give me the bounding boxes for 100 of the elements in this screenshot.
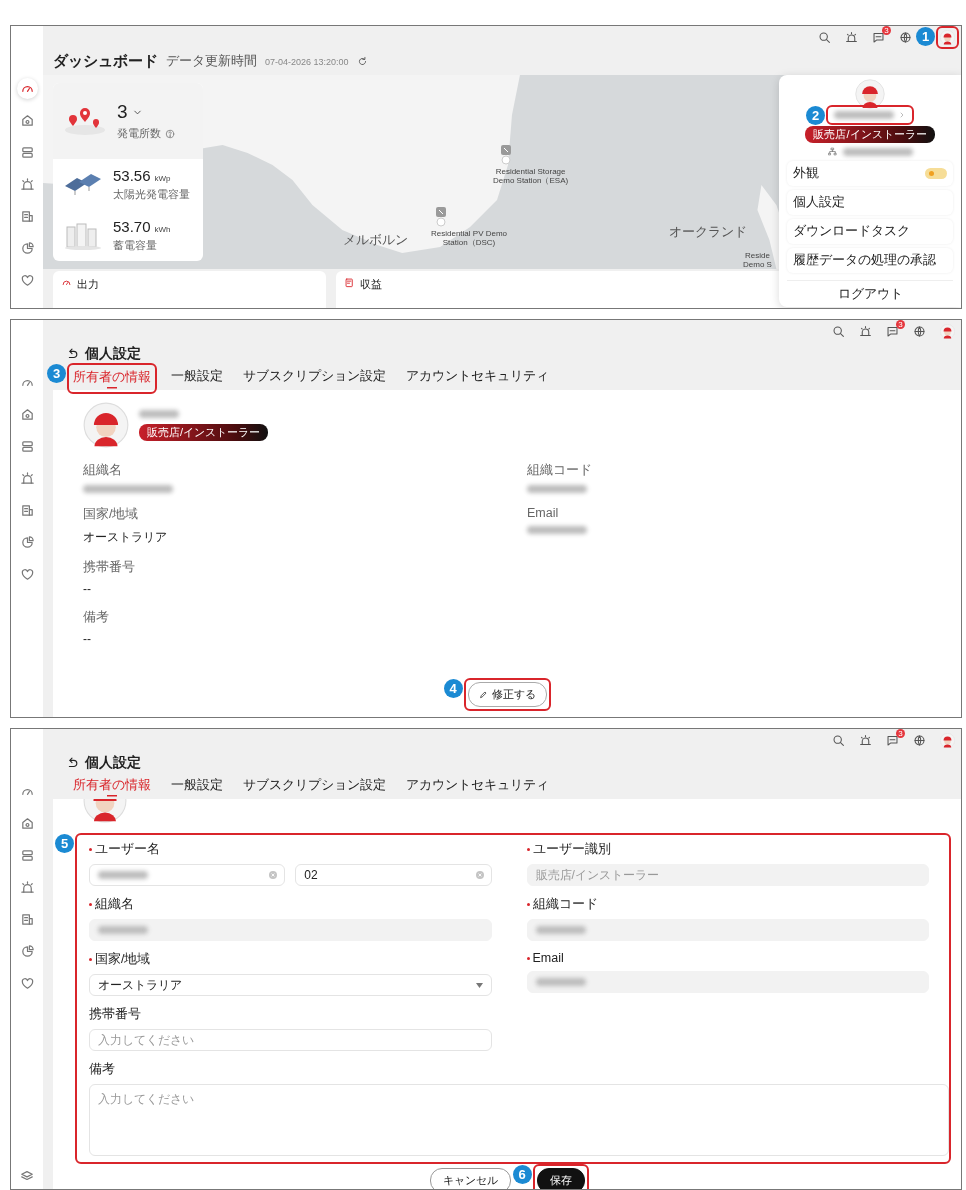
notification-badge: 3 bbox=[896, 320, 905, 329]
notification-badge: 3 bbox=[882, 26, 891, 35]
blurred-text bbox=[535, 978, 586, 986]
blurred-text bbox=[842, 147, 913, 156]
stat-label: 発電所数 bbox=[117, 126, 161, 142]
field-label: 組織コード bbox=[526, 896, 598, 913]
station-label[interactable]: Residential PV Demo Station（DSC) bbox=[431, 229, 508, 248]
stat-label: 太陽光発電容量 bbox=[113, 187, 190, 203]
stat-unit: kWp bbox=[154, 174, 171, 184]
search-icon[interactable] bbox=[832, 324, 845, 338]
avatar-icon[interactable] bbox=[940, 732, 955, 748]
input-field[interactable]: 入力してください bbox=[89, 1029, 492, 1051]
refresh-icon[interactable] bbox=[356, 56, 368, 67]
tab[interactable]: サブスクリプション設定 bbox=[241, 776, 388, 798]
station-label[interactable]: Residential Storage Demo Station（ESA) bbox=[493, 167, 569, 186]
input-field[interactable] bbox=[89, 864, 286, 886]
field-value: -- bbox=[83, 582, 92, 596]
gauge-icon[interactable] bbox=[16, 78, 38, 99]
step-badge: 1 bbox=[916, 26, 935, 46]
station-marker-icon[interactable] bbox=[435, 207, 447, 227]
edit-button[interactable]: 修正する bbox=[467, 682, 547, 707]
pencil-icon bbox=[478, 690, 488, 699]
help-icon bbox=[165, 128, 175, 139]
field-label: 国家/地域 bbox=[89, 951, 151, 968]
site-pins-drawing bbox=[63, 106, 107, 137]
field-label: 携帯番号 bbox=[83, 559, 136, 576]
card-title: 収益 bbox=[360, 277, 382, 292]
tab[interactable]: アカウントセキュリティ bbox=[404, 776, 551, 798]
message-icon[interactable] bbox=[886, 324, 899, 338]
field-label: 備考 bbox=[83, 609, 110, 626]
avatar-icon[interactable] bbox=[940, 29, 955, 45]
theme-toggle[interactable] bbox=[925, 168, 947, 179]
menu-item[interactable]: 履歴データの処理の承認 bbox=[787, 248, 953, 273]
avatar bbox=[83, 402, 129, 448]
globe-icon[interactable] bbox=[913, 324, 926, 338]
station-label[interactable]: Reside Demo S bbox=[743, 251, 772, 270]
notification-badge: 3 bbox=[896, 729, 905, 738]
menu-item[interactable]: ダウンロードタスク bbox=[787, 219, 953, 244]
tab[interactable]: 一般設定 bbox=[169, 367, 225, 389]
blurred-text bbox=[98, 871, 148, 879]
save-button[interactable]: 保存 bbox=[536, 1168, 585, 1189]
globe-icon[interactable] bbox=[913, 733, 926, 747]
update-time: 07-04-2026 13:20:00 bbox=[265, 56, 349, 67]
field-label: 組織名 bbox=[89, 896, 134, 913]
station-marker-icon[interactable] bbox=[500, 145, 512, 165]
alarm-icon[interactable] bbox=[859, 324, 872, 338]
field-label: 携帯番号 bbox=[89, 1006, 141, 1023]
stat-label: 蓄電容量 bbox=[113, 238, 157, 254]
globe-icon[interactable] bbox=[899, 30, 912, 44]
input-field[interactable]: 02 bbox=[295, 864, 492, 886]
step-badge: 4 bbox=[443, 679, 463, 698]
menu-item[interactable]: 個人設定 bbox=[787, 190, 953, 215]
city-label: オークランド bbox=[669, 225, 747, 240]
field-value: -- bbox=[83, 632, 92, 646]
menu-item-label: 外観 bbox=[793, 165, 819, 182]
avatar-icon[interactable] bbox=[940, 323, 955, 339]
message-icon[interactable] bbox=[872, 30, 885, 44]
field-label: 備考 bbox=[89, 1061, 115, 1078]
avatar bbox=[855, 79, 885, 109]
layers-icon[interactable] bbox=[20, 1169, 34, 1183]
organization-icon bbox=[827, 147, 837, 156]
blurred-text bbox=[535, 926, 586, 934]
alarm-icon[interactable] bbox=[859, 733, 872, 747]
page-title: ダッシュボード bbox=[53, 52, 158, 71]
solar-panel-drawing bbox=[63, 171, 103, 198]
battery-cabinet-drawing bbox=[63, 220, 103, 251]
city-label: メルボルン bbox=[343, 233, 408, 248]
caret-icon bbox=[475, 982, 483, 988]
field-value: オーストラリア bbox=[83, 529, 168, 546]
field-label: 組織コード bbox=[527, 462, 593, 479]
step-badge: 2 bbox=[806, 106, 825, 125]
stat-value: 53.56 bbox=[113, 167, 151, 185]
wallet-icon bbox=[344, 277, 355, 288]
tab[interactable]: サブスクリプション設定 bbox=[241, 367, 388, 389]
message-icon[interactable] bbox=[886, 733, 899, 747]
logout-button[interactable]: ログアウト bbox=[787, 280, 953, 307]
step-badge: 5 bbox=[55, 834, 74, 853]
cancel-button[interactable]: キャンセル bbox=[429, 1168, 511, 1189]
alarm-icon[interactable] bbox=[845, 30, 858, 44]
blurred-text bbox=[527, 526, 587, 534]
tab[interactable]: 所有者の情報 bbox=[71, 368, 153, 390]
highlight-frame bbox=[936, 26, 959, 49]
search-icon[interactable] bbox=[832, 733, 845, 747]
blurred-text bbox=[98, 926, 148, 934]
role-tag: 販売店/インストーラー bbox=[805, 126, 935, 143]
field-label: Email bbox=[527, 506, 560, 520]
tab[interactable]: 一般設定 bbox=[169, 776, 225, 798]
text-area[interactable]: 入力してください bbox=[89, 1084, 949, 1156]
step-badge: 3 bbox=[47, 363, 66, 383]
blurred-text bbox=[834, 111, 894, 119]
card-title: 出力 bbox=[77, 277, 99, 292]
stat-value: 3 bbox=[117, 101, 128, 124]
select-field[interactable]: オーストラリア bbox=[89, 974, 492, 996]
field-label: 国家/地域 bbox=[83, 506, 140, 523]
search-icon[interactable] bbox=[818, 30, 831, 44]
update-label: データ更新時間 bbox=[166, 53, 257, 70]
page-title: 個人設定 bbox=[85, 754, 141, 772]
tab[interactable]: 所有者の情報 bbox=[71, 776, 153, 798]
tab[interactable]: アカウントセキュリティ bbox=[404, 367, 551, 389]
stat-unit: kWh bbox=[154, 225, 171, 235]
